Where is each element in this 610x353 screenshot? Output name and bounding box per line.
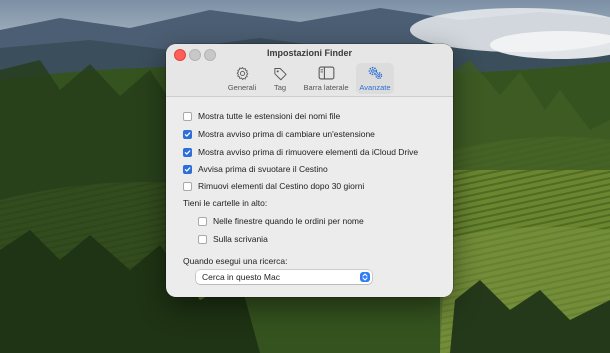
option-label: Mostra avviso prima di cambiare un'esten… [198,129,375,139]
chevron-updown-icon [360,272,370,282]
option-warn-empty-trash[interactable]: Avvisa prima di svuotare il Cestino [183,164,328,174]
option-show-extensions[interactable]: Mostra tutte le estensioni dei nomi file [183,111,340,121]
option-label: Nelle finestre quando le ordini per nome [213,216,364,226]
checkbox[interactable] [183,164,192,174]
tab-label: Tag [273,83,287,92]
checkbox[interactable] [183,147,192,157]
checkbox[interactable] [198,216,207,226]
option-folders-on-desktop[interactable]: Sulla scrivania [198,234,268,244]
checkbox[interactable] [183,111,192,121]
option-label: Sulla scrivania [213,234,268,244]
option-label: Mostra tutte le estensioni dei nomi file [198,111,341,121]
tag-icon [273,65,288,81]
option-warn-icloud-remove[interactable]: Mostra avviso prima di rimuovere element… [183,147,418,157]
checkmark-icon [184,166,191,172]
window-toolbar: Impostazioni Finder Generali Tag Barra l… [166,44,453,97]
option-label: Mostra avviso prima di rimuovere element… [198,147,419,157]
checkbox[interactable] [183,181,192,191]
tab-label: Barra laterale [303,83,349,92]
search-heading: Quando esegui una ricerca: [183,256,288,266]
gear-icon [235,65,250,81]
option-remove-trash-30-days[interactable]: Rimuovi elementi dal Cestino dopo 30 gio… [183,181,364,191]
sidebar-icon [318,65,335,81]
option-label: Rimuovi elementi dal Cestino dopo 30 gio… [198,181,365,191]
tab-label: Avanzate [359,83,391,92]
tab-avanzate[interactable]: Avanzate [356,63,394,94]
tab-generali[interactable]: Generali [224,63,260,94]
search-scope-value: Cerca in questo Mac [202,272,280,282]
tab-tag[interactable]: Tag [266,63,294,94]
gears-icon [367,65,384,81]
tab-barra-laterale[interactable]: Barra laterale [300,63,352,94]
checkbox[interactable] [183,129,192,139]
search-scope-select[interactable]: Cerca in questo Mac [196,270,372,284]
checkmark-icon [184,131,191,137]
checkbox[interactable] [198,234,207,244]
option-warn-extension-change[interactable]: Mostra avviso prima di cambiare un'esten… [183,129,375,139]
window-title: Impostazioni Finder [266,48,352,58]
folders-heading: Tieni le cartelle in alto: [183,198,268,208]
tab-label: Generali [227,83,257,92]
option-label: Avvisa prima di svuotare il Cestino [198,164,328,174]
checkmark-icon [184,149,191,155]
option-folders-in-windows[interactable]: Nelle finestre quando le ordini per nome [198,216,364,226]
